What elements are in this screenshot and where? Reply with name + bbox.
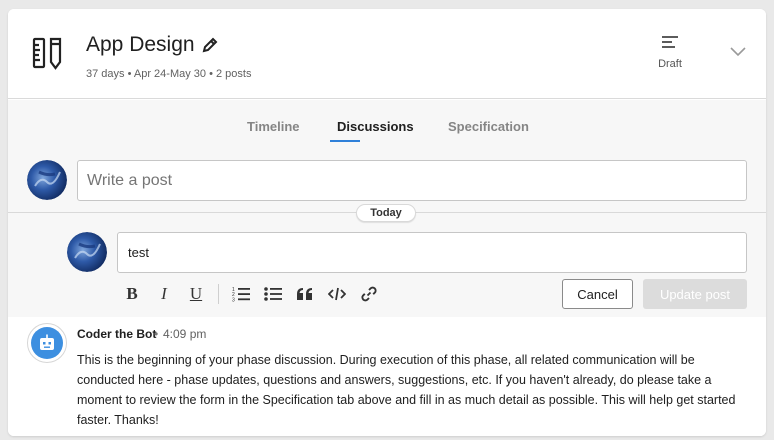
- bulleted-list-icon[interactable]: [261, 282, 285, 306]
- toolbar-divider: [218, 284, 219, 304]
- tab-bar: Timeline Discussions Specification: [8, 100, 766, 150]
- post-author: Coder the Bot: [77, 327, 157, 341]
- svg-text:3: 3: [232, 297, 235, 302]
- tab-timeline[interactable]: Timeline: [247, 119, 300, 134]
- robot-icon: [31, 327, 63, 359]
- discussion-area: Timeline Discussions Specification Write…: [8, 100, 766, 436]
- pencil-icon[interactable]: [201, 36, 219, 54]
- phase-meta: 37 days • Apr 24-May 30 • 2 posts: [86, 68, 252, 80]
- write-post-input[interactable]: [77, 160, 747, 201]
- align-left-icon: [662, 36, 678, 48]
- avatar: [27, 323, 67, 363]
- date-separator-badge: Today: [356, 204, 416, 222]
- post-body: This is the beginning of your phase disc…: [77, 353, 736, 427]
- avatar: [27, 160, 67, 200]
- avatar: [67, 232, 107, 272]
- status-draft-button[interactable]: Draft: [648, 35, 692, 70]
- cancel-button[interactable]: Cancel: [562, 279, 633, 309]
- phase-header: App Design 37 days • Apr 24-May 30 • 2 p…: [8, 9, 766, 99]
- code-icon[interactable]: [325, 282, 349, 306]
- active-tab-indicator: [330, 140, 360, 142]
- chevron-down-icon[interactable]: [730, 47, 746, 57]
- numbered-list-icon[interactable]: 1 2 3: [229, 282, 253, 306]
- link-icon[interactable]: [357, 282, 381, 306]
- post-timestamp: 4:09 pm: [163, 327, 207, 341]
- update-post-button[interactable]: Update post: [643, 279, 747, 309]
- phase-card: App Design 37 days • Apr 24-May 30 • 2 p…: [8, 9, 766, 436]
- underline-button[interactable]: U: [184, 282, 208, 306]
- tab-discussions[interactable]: Discussions: [337, 119, 414, 134]
- quote-icon[interactable]: [293, 282, 317, 306]
- bold-button[interactable]: B: [120, 282, 144, 306]
- format-toolbar: B I U 1 2 3: [120, 282, 389, 306]
- phase-title: App Design: [86, 33, 195, 56]
- edit-post-input[interactable]: [117, 232, 747, 273]
- list-item: Coder the Bot • 4:09 pm This is the begi…: [8, 317, 766, 436]
- status-label: Draft: [658, 58, 682, 70]
- tab-specification[interactable]: Specification: [448, 119, 529, 134]
- ruler-pencil-icon: [32, 37, 62, 70]
- italic-button[interactable]: I: [152, 282, 176, 306]
- separator-dot: •: [154, 327, 159, 341]
